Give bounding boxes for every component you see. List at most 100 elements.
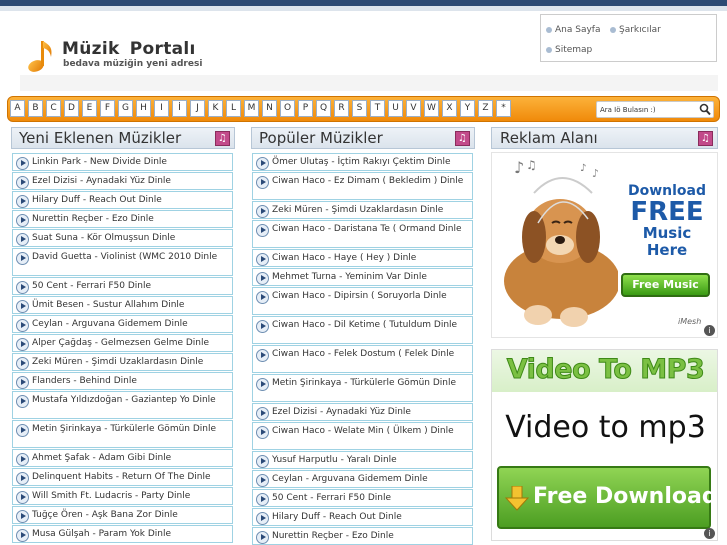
free-music-button[interactable]: Free Music — [621, 273, 710, 297]
letter-button-l[interactable]: L — [226, 100, 241, 117]
letter-button-q[interactable]: Q — [316, 100, 331, 117]
song-list-item[interactable]: Flanders - Behind Dinle — [12, 372, 233, 390]
letter-button-k[interactable]: K — [208, 100, 223, 117]
song-list-item[interactable]: Zeki Müren - Şimdi Uzaklardasın Dinle — [12, 353, 233, 371]
nav-artists[interactable]: Şarkıcılar — [610, 25, 661, 35]
letter-button-x[interactable]: X — [442, 100, 457, 117]
song-list-item[interactable]: Mustafa Yıldızdoğan - Gaziantep Yo Dinle — [12, 391, 233, 419]
letter-button-i̇[interactable]: İ — [172, 100, 187, 117]
letter-button-o[interactable]: O — [280, 100, 295, 117]
song-list-item[interactable]: Delinquent Habits - Return Of The Dinle — [12, 468, 233, 486]
song-list-item[interactable]: Alper Çağdaş - Gelmezsen Gelme Dinle — [12, 334, 233, 352]
song-list-item[interactable]: Hilary Duff - Reach Out Dinle — [12, 191, 233, 209]
play-icon — [16, 157, 29, 170]
song-list-item[interactable]: Linkin Park - New Divide Dinle — [12, 153, 233, 171]
letter-button-m[interactable]: M — [244, 100, 259, 117]
letter-button-s[interactable]: S — [352, 100, 367, 117]
top-bar-shadow — [0, 6, 727, 11]
song-title: Mustafa Yıldızdoğan - Gaziantep Yo Dinle — [32, 395, 216, 405]
song-list-item[interactable]: Will Smith Ft. Ludacris - Party Dinle — [12, 487, 233, 505]
song-list-item[interactable]: Ciwan Haco - Ez Dimam ( Bekledim ) Dinle — [252, 172, 473, 200]
play-icon — [256, 272, 269, 285]
song-list-item[interactable]: Ümit Besen - Sustur Allahım Dinle — [12, 296, 233, 314]
play-icon — [16, 281, 29, 294]
letter-button-u[interactable]: U — [388, 100, 403, 117]
song-list-item[interactable]: Ceylan - Arguvana Gidemem Dinle — [252, 470, 473, 488]
letter-button-h[interactable]: H — [136, 100, 151, 117]
letter-button-v[interactable]: V — [406, 100, 421, 117]
letter-button-f[interactable]: F — [100, 100, 115, 117]
song-list-item[interactable]: Nurettin Reçber - Ezo Dinle — [12, 210, 233, 228]
letter-button-y[interactable]: Y — [460, 100, 475, 117]
play-icon — [256, 224, 269, 237]
letter-button-b[interactable]: B — [28, 100, 43, 117]
site-logo[interactable]: Müzik Portalı bedava müziğin yeni adresi — [25, 37, 235, 77]
letter-button-j[interactable]: J — [190, 100, 205, 117]
letter-button-d[interactable]: D — [64, 100, 79, 117]
letter-button-a[interactable]: A — [10, 100, 25, 117]
play-icon — [256, 493, 269, 506]
song-title: Metin Şirinkaya - Türkülerle Gömün Dinle — [32, 424, 217, 434]
letter-button-c[interactable]: C — [46, 100, 61, 117]
song-list-item[interactable]: Zeki Müren - Şimdi Uzaklardasın Dinle — [252, 201, 473, 219]
letter-button-g[interactable]: G — [118, 100, 133, 117]
song-title: Zeki Müren - Şimdi Uzaklardasın Dinle — [32, 357, 204, 367]
song-list-item[interactable]: Ciwan Haco - Dipirsin ( Soruyorla Dinle — [252, 287, 473, 315]
song-list-item[interactable]: Nurettin Reçber - Ezo Dinle — [252, 527, 473, 545]
letter-button-p[interactable]: P — [298, 100, 313, 117]
song-title: Musa Gülşah - Param Yok Dinle — [32, 529, 172, 539]
search-icon[interactable] — [698, 102, 712, 117]
play-icon — [256, 378, 269, 391]
play-icon — [256, 253, 269, 266]
ad-free-music[interactable]: ♪ ♫ ♪ ♪ Download FREE Music Here Free Mu… — [491, 152, 718, 338]
song-list-item[interactable]: Ahmet Şafak - Adam Gibi Dinle — [12, 449, 233, 467]
letter-button-r[interactable]: R — [334, 100, 349, 117]
ad1-brand: iMesh — [678, 317, 702, 326]
play-icon — [256, 455, 269, 468]
song-list-item[interactable]: Metin Şirinkaya - Türkülerle Gömün Dinle — [252, 374, 473, 402]
ad1-line3: Music — [642, 224, 692, 242]
song-list-item[interactable]: Ciwan Haco - Dil Ketime ( Tutuldum Dinle — [252, 316, 473, 344]
info-icon[interactable]: i — [704, 325, 715, 336]
play-icon — [256, 176, 269, 189]
song-list-item[interactable]: Ezel Dizisi - Aynadaki Yüz Dinle — [12, 172, 233, 190]
song-list-item[interactable]: Yusuf Harputlu - Yaralı Dinle — [252, 451, 473, 469]
ad-video-to-mp3[interactable]: Video To MP3 Video to mp3 Free Download … — [491, 349, 718, 541]
letter-button-z[interactable]: Z — [478, 100, 493, 117]
song-list-item[interactable]: Ciwan Haco - Daristana Te ( Ormand Dinle — [252, 220, 473, 248]
song-list-item[interactable]: Musa Gülşah - Param Yok Dinle — [12, 525, 233, 543]
song-list-item[interactable]: David Guetta - Violinist (WMC 2010 Dinle — [12, 248, 233, 276]
popular-music-header: Popüler Müzikler ♫ — [251, 127, 475, 149]
bullet-icon — [610, 26, 616, 33]
play-icon — [16, 357, 29, 370]
song-list-item[interactable]: 50 Cent - Ferrari F50 Dinle — [12, 277, 233, 295]
nav-sitemap[interactable]: Sitemap — [546, 45, 592, 55]
song-list-item[interactable]: Mehmet Turna - Yeminim Var Dinle — [252, 268, 473, 286]
song-list-item[interactable]: Ceylan - Arguvana Gidemem Dinle — [12, 315, 233, 333]
song-list-item[interactable]: Ciwan Haco - Haye ( Hey ) Dinle — [252, 249, 473, 267]
letter-button-i[interactable]: I — [154, 100, 169, 117]
letter-button-all[interactable]: * — [496, 100, 511, 117]
nav-home[interactable]: Ana Sayfa — [546, 25, 600, 35]
letter-button-w[interactable]: W — [424, 100, 439, 117]
play-icon — [256, 531, 269, 544]
free-download-button[interactable]: Free Download — [497, 466, 717, 529]
song-list-item[interactable]: 50 Cent - Ferrari F50 Dinle — [252, 489, 473, 507]
letter-button-n[interactable]: N — [262, 100, 277, 117]
song-title: Ömer Ulutaş - İçtim Rakıyı Çektim Dinle — [272, 157, 451, 167]
song-list-item[interactable]: Ezel Dizisi - Aynadaki Yüz Dinle — [252, 403, 473, 421]
info-icon[interactable]: i — [704, 528, 715, 539]
svg-text:♪: ♪ — [514, 158, 524, 177]
play-icon — [256, 474, 269, 487]
song-list-item[interactable]: Ömer Ulutaş - İçtim Rakıyı Çektim Dinle — [252, 153, 473, 171]
search-input[interactable] — [596, 101, 714, 118]
song-list-item[interactable]: Ciwan Haco - Welate Min ( Ülkem ) Dinle — [252, 422, 473, 450]
song-list-item[interactable]: Suat Suna - Kör Olmuşsun Dinle — [12, 229, 233, 247]
song-list-item[interactable]: Ciwan Haco - Felek Dostum ( Felek Dinle — [252, 345, 473, 373]
song-list-item[interactable]: Metin Şirinkaya - Türkülerle Gömün Dinle — [12, 420, 233, 448]
letter-button-t[interactable]: T — [370, 100, 385, 117]
svg-text:♫: ♫ — [526, 158, 537, 172]
song-list-item[interactable]: Tuğçe Ören - Aşk Bana Zor Dinle — [12, 506, 233, 524]
song-list-item[interactable]: Hilary Duff - Reach Out Dinle — [252, 508, 473, 526]
letter-button-e[interactable]: E — [82, 100, 97, 117]
